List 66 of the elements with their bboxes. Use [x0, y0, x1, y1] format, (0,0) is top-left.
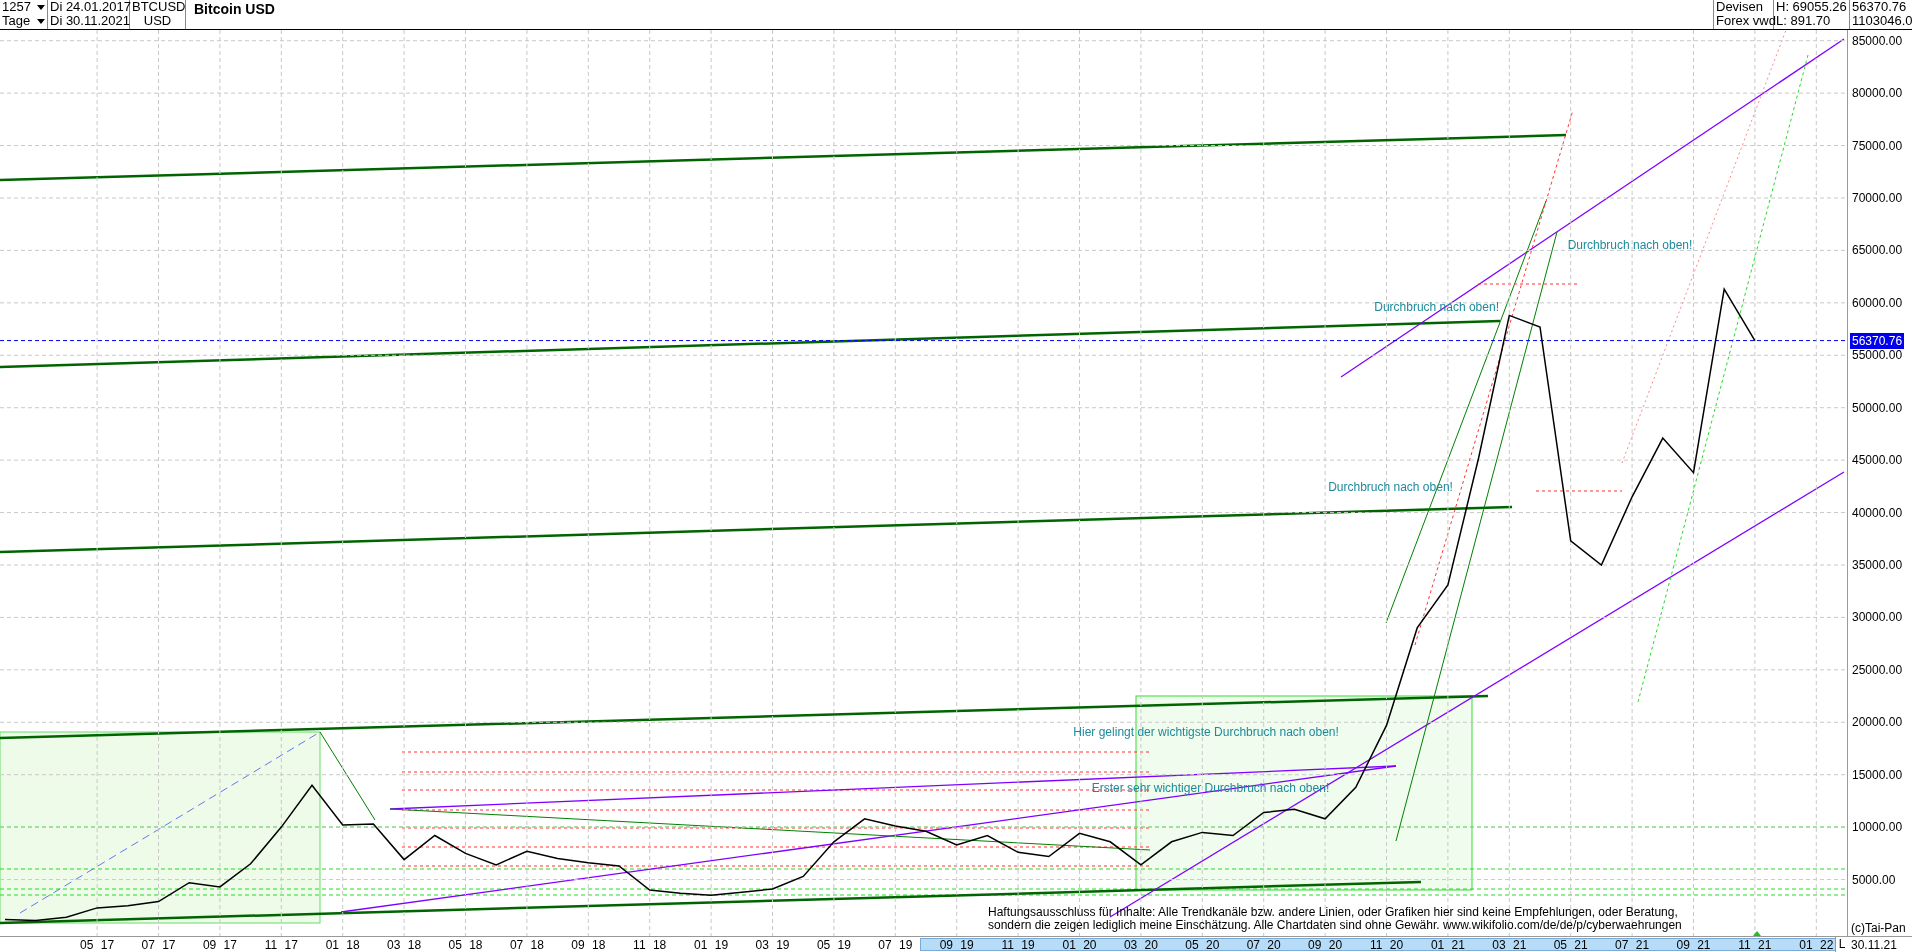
time-axis-label: 01 18: [325, 938, 360, 952]
time-axis-label: 09 18: [571, 938, 606, 952]
period-unit-dropdown[interactable]: Tage: [2, 14, 45, 28]
chart-title: Bitcoin USD: [193, 0, 276, 18]
time-axis-label: 11 19: [1001, 938, 1035, 952]
disclaimer-text: Haftungsausschluss für Inhalte: Alle Trendkanäle bzw. andere Linien, oder Grafiken hier sind keine Empfehlungen, oder Beratung,: [988, 906, 1679, 919]
symbol-label: BTCUSD: [132, 0, 183, 14]
time-axis-label: 11 18: [633, 938, 667, 952]
price-axis-label: 35000.00: [1852, 558, 1903, 572]
time-axis-label: 01 19: [694, 938, 729, 952]
price-axis-label: 80000.00: [1852, 86, 1903, 101]
currency-label: USD: [142, 14, 173, 28]
time-axis-label: 07 19: [878, 938, 913, 952]
time-axis-label: 05 19: [816, 938, 851, 952]
price-axis-label: 60000.00: [1852, 295, 1903, 310]
time-axis-label: 05 18: [448, 938, 483, 952]
time-axis-label: 11 17: [264, 938, 298, 952]
high-value: H: 69055.26: [1776, 0, 1847, 14]
time-axis-label: 09 17: [202, 938, 237, 952]
time-axis-label: 03 18: [387, 938, 422, 952]
price-axis-label: 15000.00: [1852, 767, 1903, 782]
price-axis-label: 55000.00: [1852, 348, 1903, 363]
time-axis-label: 03 21: [1492, 938, 1527, 952]
period-count-dropdown[interactable]: 1257: [2, 0, 45, 14]
disclaimer-text: sondern die zeigen lediglich meine Einschätzung. Alle Chartdaten sind ohne Gewähr. www.wikifolio.com/de/de/p/cyberwaehrungen: [988, 919, 1682, 932]
time-axis-label: 07 18: [509, 938, 544, 952]
price-axis-label: 20000.00: [1852, 715, 1903, 730]
time-axis-label: 07 21: [1615, 938, 1650, 952]
price-axis-label: 75000.00: [1852, 138, 1903, 153]
chart-annotation: Durchbruch nach oben!: [1567, 238, 1693, 253]
time-axis-label: 01 21: [1430, 938, 1465, 952]
time-axis-label: 09 20: [1308, 938, 1343, 952]
price-axis-label: 30000.00: [1852, 610, 1903, 625]
price-axis-label: 65000.00: [1852, 243, 1903, 258]
visible-range-bar[interactable]: [920, 938, 1836, 951]
scale-mode-label[interactable]: L: [1835, 937, 1848, 952]
price-axis-label: 40000.00: [1852, 505, 1903, 520]
price-axis-label: 5000.00: [1852, 872, 1896, 887]
price-axis-label: 70000.00: [1852, 191, 1903, 205]
time-axis-label: 05 20: [1185, 938, 1220, 952]
time-axis-label: 01 22: [1799, 938, 1834, 952]
price-axis-label: 45000.00: [1852, 453, 1903, 468]
price-axis-label: 85000.00: [1852, 33, 1903, 48]
time-axis-label: 03 19: [755, 938, 790, 952]
time-axis-label: 05 17: [80, 938, 115, 952]
time-axis-label: 11 21: [1738, 938, 1772, 952]
time-axis-label: 03 20: [1123, 938, 1158, 952]
current-price-tag: 56370.76: [1850, 332, 1905, 349]
market-label: Devisen: [1716, 0, 1764, 14]
time-axis-label: 05 21: [1553, 938, 1588, 952]
volume-value: 1103046.0: [1852, 14, 1910, 28]
time-axis-label: 01 20: [1062, 938, 1097, 952]
time-axis-label: 09 21: [1676, 938, 1711, 952]
last-price: 56370.76: [1852, 0, 1908, 14]
time-axis-label: 09 19: [939, 938, 974, 952]
price-axis-label: 25000.00: [1852, 662, 1903, 677]
end-date-label: 30.11.21: [1848, 936, 1912, 952]
time-axis-label: 07 20: [1246, 938, 1281, 952]
price-axis-label: 50000.00: [1852, 400, 1903, 415]
time-axis-label: 07 17: [141, 938, 176, 952]
time-axis-label: 11 20: [1369, 938, 1404, 952]
copyright-text: (c)Tai-Pan: [1851, 921, 1906, 935]
price-axis-label: 10000.00: [1852, 820, 1903, 835]
chart-annotation: Hier gelingt der wichtigste Durchbruch nach oben!: [1073, 724, 1339, 739]
marker-triangle-icon: [1753, 931, 1761, 936]
low-value: L: 891.70: [1776, 14, 1832, 28]
